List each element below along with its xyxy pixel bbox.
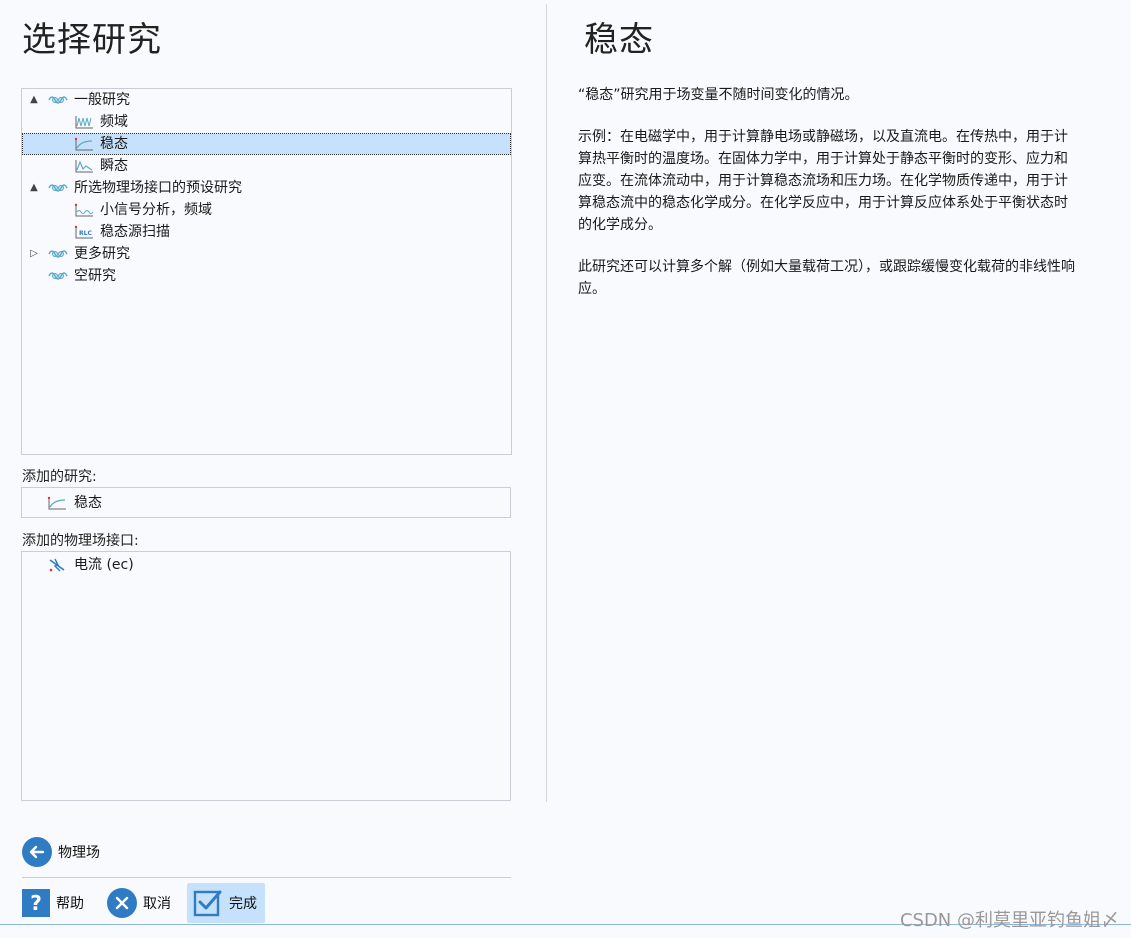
study-group-icon: [48, 184, 68, 192]
close-icon: [107, 888, 137, 918]
expander-icon[interactable]: ▲: [28, 177, 40, 199]
electric-currents-icon: [49, 558, 65, 572]
svg-text:RLC: RLC: [79, 230, 92, 237]
stationary-icon: [74, 137, 93, 151]
added-studies-list: 稳态: [21, 487, 511, 518]
back-to-physics-button[interactable]: 物理场: [22, 832, 100, 872]
cancel-label: 取消: [143, 896, 171, 912]
tree-item-label: 空研究: [74, 268, 116, 284]
added-physics-list: 电流 (ec): [21, 551, 511, 801]
tree-item[interactable]: 稳态: [22, 133, 511, 155]
study-description-title: 稳态: [584, 20, 654, 60]
list-item: 稳态: [22, 492, 510, 514]
description-paragraph: “稳态”研究用于场变量不随时间变化的情况。: [578, 87, 859, 103]
watermark: CSDN @利莫里亚钓鱼姐〆: [899, 910, 1119, 931]
cancel-button[interactable]: 取消: [107, 883, 171, 923]
frequency-domain-icon: [75, 116, 93, 129]
study-group-icon: [48, 250, 68, 258]
stationary-icon: [47, 496, 66, 510]
expander-icon[interactable]: ▷: [28, 243, 40, 265]
button-divider: [22, 877, 511, 878]
tree-item[interactable]: RLC 稳态源扫描: [22, 221, 511, 243]
description-paragraph: 示例：在电磁学中，用于计算静电场或静磁场，以及直流电。在传热中，用于计算热平衡时…: [578, 129, 1068, 233]
list-item: 电流 (ec): [22, 554, 510, 576]
page-title: 选择研究: [22, 20, 162, 60]
expander-icon[interactable]: ▲: [28, 89, 40, 111]
tree-item[interactable]: ▷ 更多研究: [22, 243, 511, 265]
tree-item[interactable]: 频域: [22, 111, 511, 133]
tree-item-label: 一般研究: [74, 92, 130, 108]
study-description: “稳态”研究用于场变量不随时间变化的情况。 示例：在电磁学中，用于计算静电场或静…: [578, 84, 1078, 320]
tree-item-label: 稳态: [100, 136, 128, 152]
tree-item[interactable]: 小信号分析，频域: [22, 199, 511, 221]
study-group-icon: [48, 96, 68, 104]
added-physics-label: 添加的物理场接口:: [22, 533, 139, 549]
added-studies-label: 添加的研究:: [22, 469, 97, 485]
added-physics-item: 电流 (ec): [74, 557, 134, 573]
done-label: 完成: [229, 896, 257, 912]
help-icon: ?: [22, 889, 50, 917]
panel-splitter[interactable]: [546, 4, 547, 802]
tree-item-label: 更多研究: [74, 246, 130, 262]
added-study-label: 稳态: [74, 495, 102, 511]
description-paragraph: 此研究还可以计算多个解（例如大量载荷工况），或跟踪缓慢变化载荷的非线性响应。: [578, 259, 1075, 297]
checkmark-icon: [193, 888, 223, 918]
source-sweep-icon: RLC: [74, 225, 93, 239]
tree-item-label: 所选物理场接口的预设研究: [74, 180, 242, 196]
help-button[interactable]: ? 帮助: [22, 883, 84, 923]
tree-item[interactable]: 瞬态: [22, 155, 511, 177]
tree-item-label: 小信号分析，频域: [100, 202, 212, 218]
small-signal-icon: [74, 203, 94, 217]
tree-item-label: 频域: [100, 114, 128, 130]
tree-item[interactable]: ▲ 一般研究: [22, 89, 511, 111]
study-tree[interactable]: ▲ 一般研究频域稳态瞬态 ▲ 所选物理场接口的预设研究 小信号分析，频域 RLC 稳态源扫描…: [21, 88, 512, 455]
study-group-icon: [48, 272, 68, 280]
arrow-left-icon: [22, 837, 52, 867]
time-dependent-icon: [75, 160, 93, 173]
help-label: 帮助: [56, 896, 84, 912]
done-button[interactable]: 完成: [187, 883, 265, 923]
tree-item[interactable]: 空研究: [22, 265, 511, 287]
tree-item-label: 瞬态: [100, 158, 128, 174]
tree-item-label: 稳态源扫描: [100, 224, 170, 240]
tree-item[interactable]: ▲ 所选物理场接口的预设研究: [22, 177, 511, 199]
back-to-physics-label: 物理场: [58, 845, 100, 861]
